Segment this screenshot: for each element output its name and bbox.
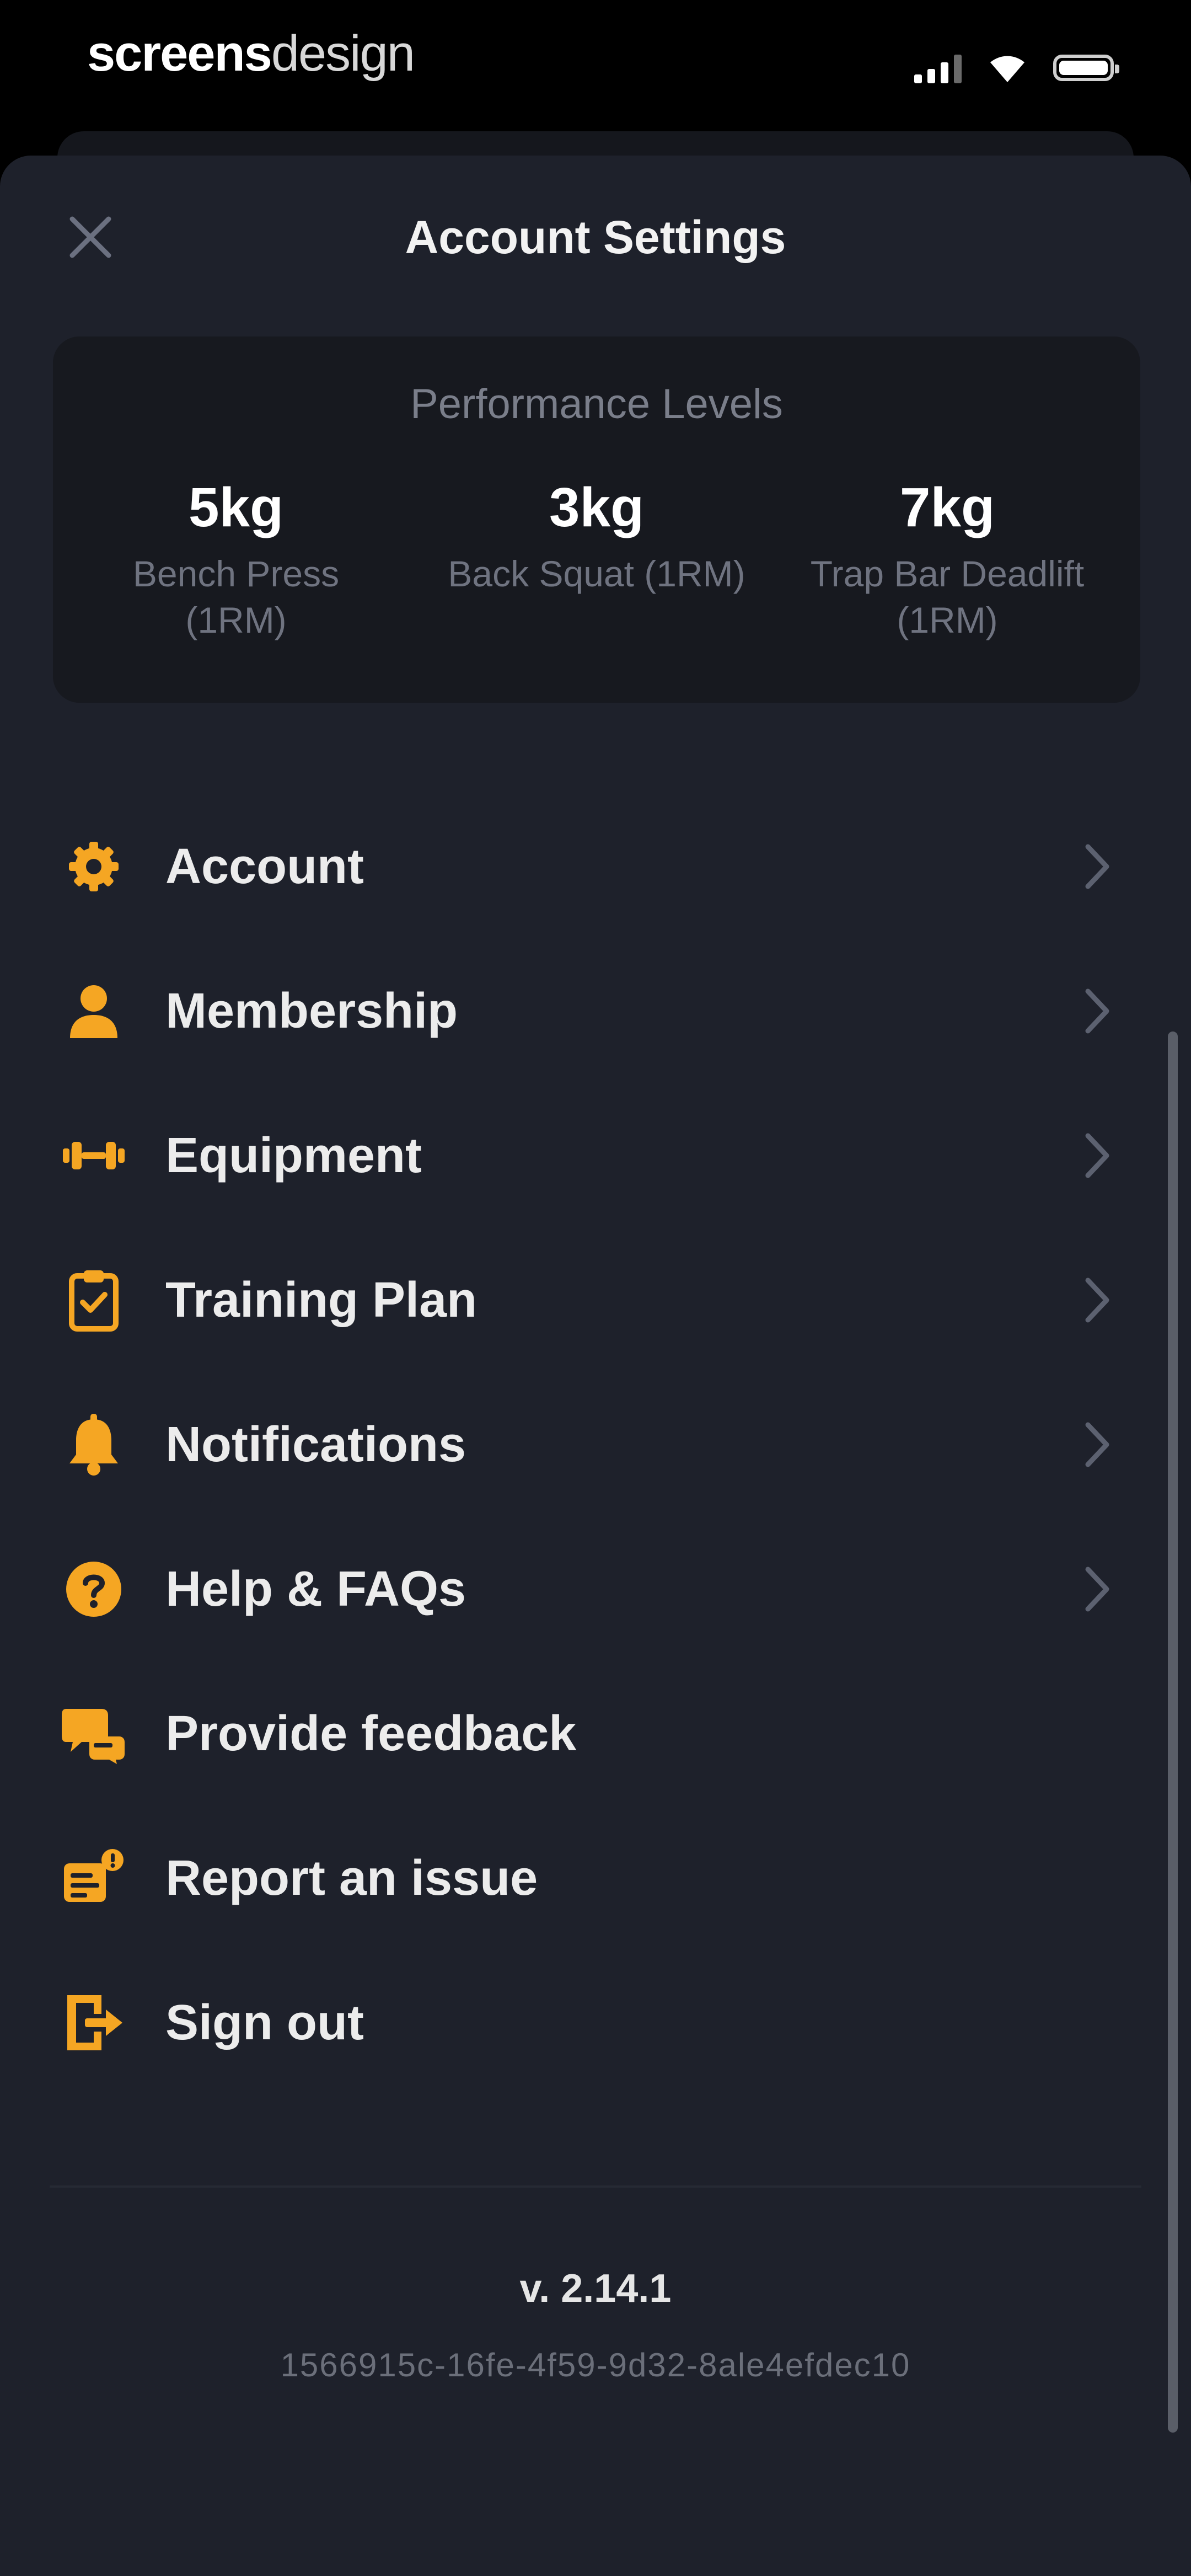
- menu-item-label: Membership: [165, 984, 458, 1039]
- chevron-right-icon: [1075, 1556, 1119, 1622]
- stat-bench-press: 5kg Bench Press (1RM): [49, 474, 423, 643]
- menu-item-label: Training Plan: [165, 1273, 478, 1328]
- stat-back-squat: 3kg Back Squat (1RM): [409, 474, 784, 597]
- stat-trap-bar-deadlift: 7kg Trap Bar Deadlift (1RM): [760, 474, 1135, 643]
- clipboard-icon: [61, 1267, 127, 1333]
- menu-item-label: Help & FAQs: [165, 1562, 466, 1617]
- status-bar: screensdesign: [0, 0, 1191, 132]
- menu-item-label: Equipment: [165, 1128, 422, 1183]
- stat-label-line2: (1RM): [185, 600, 287, 640]
- cellular-signal-icon: [914, 52, 962, 83]
- menu-item-label: Notifications: [165, 1417, 466, 1472]
- feedback-icon: [61, 1701, 127, 1767]
- stat-label-line1: Bench Press: [132, 553, 340, 594]
- help-icon: [61, 1556, 127, 1622]
- user-icon: [61, 978, 127, 1044]
- menu-item-label: Sign out: [165, 1995, 364, 2050]
- brand-watermark: screensdesign: [87, 23, 415, 84]
- menu-item-report-issue[interactable]: Report an issue: [0, 1806, 1191, 1950]
- menu-item-label: Provide feedback: [165, 1706, 577, 1761]
- menu-item-account[interactable]: Account: [0, 794, 1191, 939]
- stat-value: 7kg: [899, 477, 995, 538]
- brand-light-text: design: [271, 25, 415, 82]
- settings-menu: Account Membership Equipment Training Pl…: [0, 794, 1191, 2095]
- menu-item-equipment[interactable]: Equipment: [0, 1083, 1191, 1228]
- menu-item-sign-out[interactable]: Sign out: [0, 1950, 1191, 2095]
- performance-heading: Performance Levels: [410, 381, 783, 427]
- menu-item-label: Account: [165, 839, 364, 894]
- stat-label-line1: Back Squat (1RM): [448, 553, 745, 594]
- battery-icon: [1053, 55, 1119, 81]
- sign-out-icon: [61, 1990, 127, 2056]
- chevron-right-icon: [1075, 833, 1119, 900]
- stat-label: Back Squat (1RM): [409, 551, 784, 597]
- menu-item-label: Report an issue: [165, 1851, 538, 1906]
- stat-label-line2: (1RM): [897, 600, 998, 640]
- chevron-right-icon: [1075, 1123, 1119, 1189]
- stat-value: 3kg: [549, 477, 645, 538]
- dumbbell-icon: [61, 1123, 127, 1189]
- page-title: Account Settings: [405, 211, 786, 263]
- menu-item-help-faqs[interactable]: Help & FAQs: [0, 1517, 1191, 1661]
- scrollbar[interactable]: [1168, 1032, 1178, 2433]
- stat-value: 5kg: [188, 477, 284, 538]
- menu-item-notifications[interactable]: Notifications: [0, 1372, 1191, 1517]
- chevron-right-icon: [1075, 978, 1119, 1044]
- wifi-icon: [988, 52, 1027, 83]
- brand-bold-text: screens: [87, 25, 272, 82]
- chevron-right-icon: [1075, 1267, 1119, 1333]
- report-icon: [61, 1845, 127, 1911]
- gear-icon: [61, 833, 127, 900]
- footer-divider: [50, 2185, 1141, 2188]
- stat-label: Trap Bar Deadlift (1RM): [760, 551, 1135, 643]
- stat-label-line1: Trap Bar Deadlift: [810, 553, 1085, 594]
- status-icons: [914, 49, 1119, 87]
- menu-item-provide-feedback[interactable]: Provide feedback: [0, 1661, 1191, 1806]
- app-version: v. 2.14.1: [519, 2267, 672, 2311]
- build-id: 1566915c-16fe-4f59-9d32-8ale4efdec10: [280, 2347, 911, 2383]
- stat-label: Bench Press (1RM): [49, 551, 423, 643]
- menu-item-membership[interactable]: Membership: [0, 939, 1191, 1083]
- chevron-right-icon: [1075, 1412, 1119, 1478]
- menu-item-training-plan[interactable]: Training Plan: [0, 1228, 1191, 1372]
- performance-levels-card: Performance Levels 5kg Bench Press (1RM) …: [53, 336, 1140, 703]
- bell-icon: [61, 1412, 127, 1478]
